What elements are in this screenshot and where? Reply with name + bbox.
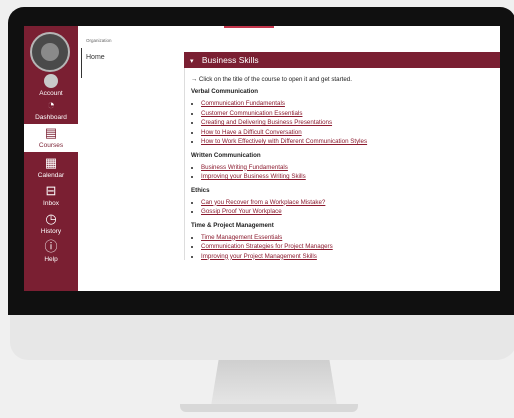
inbox-icon: ⊟ [45,183,57,198]
course-link[interactable]: Gossip Proof Your Workplace [201,208,282,215]
module-title: Business Skills [201,55,259,65]
list-item: Can you Recover from a Workplace Mistake… [201,199,494,207]
calendar-icon: ▦ [44,155,58,170]
list-item: Communication Fundamentals [201,100,494,108]
dashboard-icon: ◔ [47,97,55,112]
chevron-down-icon: ▾ [190,58,194,65]
list-item: Communication Strategies for Project Man… [201,243,494,251]
list-item: How to Work Effectively with Different C… [201,138,494,146]
avatar [44,74,58,88]
course-nav-home[interactable]: Home [86,54,105,61]
section-heading: Verbal Communication [191,88,259,95]
nav-inbox[interactable]: ⊟ Inbox [24,183,78,208]
organization-label: Organization [86,38,112,43]
book-icon: ▤ [44,125,58,140]
screen: Account ◔ Dashboard ▤ Courses ▦ Calendar… [24,26,500,291]
module-intro: → Click on the title of the course to op… [191,76,352,83]
clock-icon: ◷ [45,211,57,226]
nav-dashboard[interactable]: ◔ Dashboard [24,97,78,122]
nav-courses-label: Courses [38,142,64,149]
help-icon: ⓘ [44,239,58,254]
course-list: Can you Recover from a Workplace Mistake… [191,199,494,216]
list-item: How to Have a Difficult Conversation [201,129,494,137]
course-link[interactable]: Improving your Business Writing Skills [201,173,306,180]
nav-account[interactable]: Account [24,74,78,97]
list-item: Time Management Essentials [201,234,494,242]
nav-courses[interactable]: ▤ Courses [24,124,78,152]
monitor-foot [180,404,358,412]
course-link[interactable]: How to Have a Difficult Conversation [201,129,302,136]
nav-history[interactable]: ◷ History [24,211,78,236]
course-link[interactable]: Time Management Essentials [201,234,282,241]
course-link[interactable]: Communication Strategies for Project Man… [201,243,333,250]
nav-dashboard-label: Dashboard [35,114,67,121]
section-heading: Written Communication [191,151,261,159]
course-link[interactable]: Customer Communication Essentials [201,110,302,117]
list-item: Creating and Delivering Business Present… [201,119,494,127]
list-item: Improving your Business Writing Skills [201,173,494,181]
module-body: → Click on the title of the course to op… [184,68,500,260]
section-heading: Ethics [191,186,210,194]
nav-help-label: Help [44,256,58,263]
monitor-chin [10,315,514,360]
course-list: Time Management Essentials Communication… [191,234,494,261]
course-list: Business Writing Fundamentals Improving … [191,164,494,181]
course-link[interactable]: Can you Recover from a Workplace Mistake… [201,199,325,206]
school-logo-icon[interactable] [30,32,70,72]
nav-account-label: Account [39,90,63,97]
nav-inbox-label: Inbox [43,200,59,207]
course-link[interactable]: Business Writing Fundamentals [201,164,288,171]
list-item: Customer Communication Essentials [201,110,494,118]
section-heading: Time & Project Management [191,221,274,229]
nav-calendar-label: Calendar [37,172,65,179]
list-item: Improving your Project Management Skills [201,253,494,261]
nav-calendar[interactable]: ▦ Calendar [24,155,78,180]
course-link[interactable]: How to Work Effectively with Different C… [201,138,367,145]
nav-help[interactable]: ⓘ Help [24,239,78,264]
monitor-stand [211,360,337,406]
course-list: Communication Fundamentals Customer Comm… [191,100,494,146]
global-nav: Account ◔ Dashboard ▤ Courses ▦ Calendar… [24,26,78,291]
course-link[interactable]: Communication Fundamentals [201,100,285,107]
list-item: Gossip Proof Your Workplace [201,208,494,216]
top-accent [224,26,274,28]
course-nav-indicator [81,48,82,78]
nav-history-label: History [40,228,62,235]
list-item: Business Writing Fundamentals [201,164,494,172]
course-link[interactable]: Creating and Delivering Business Present… [201,119,332,126]
business-skills-module: ▾ Business Skills → Click on the title o… [184,52,500,291]
module-header[interactable]: ▾ Business Skills [184,52,500,68]
course-link[interactable]: Improving your Project Management Skills [201,253,317,260]
